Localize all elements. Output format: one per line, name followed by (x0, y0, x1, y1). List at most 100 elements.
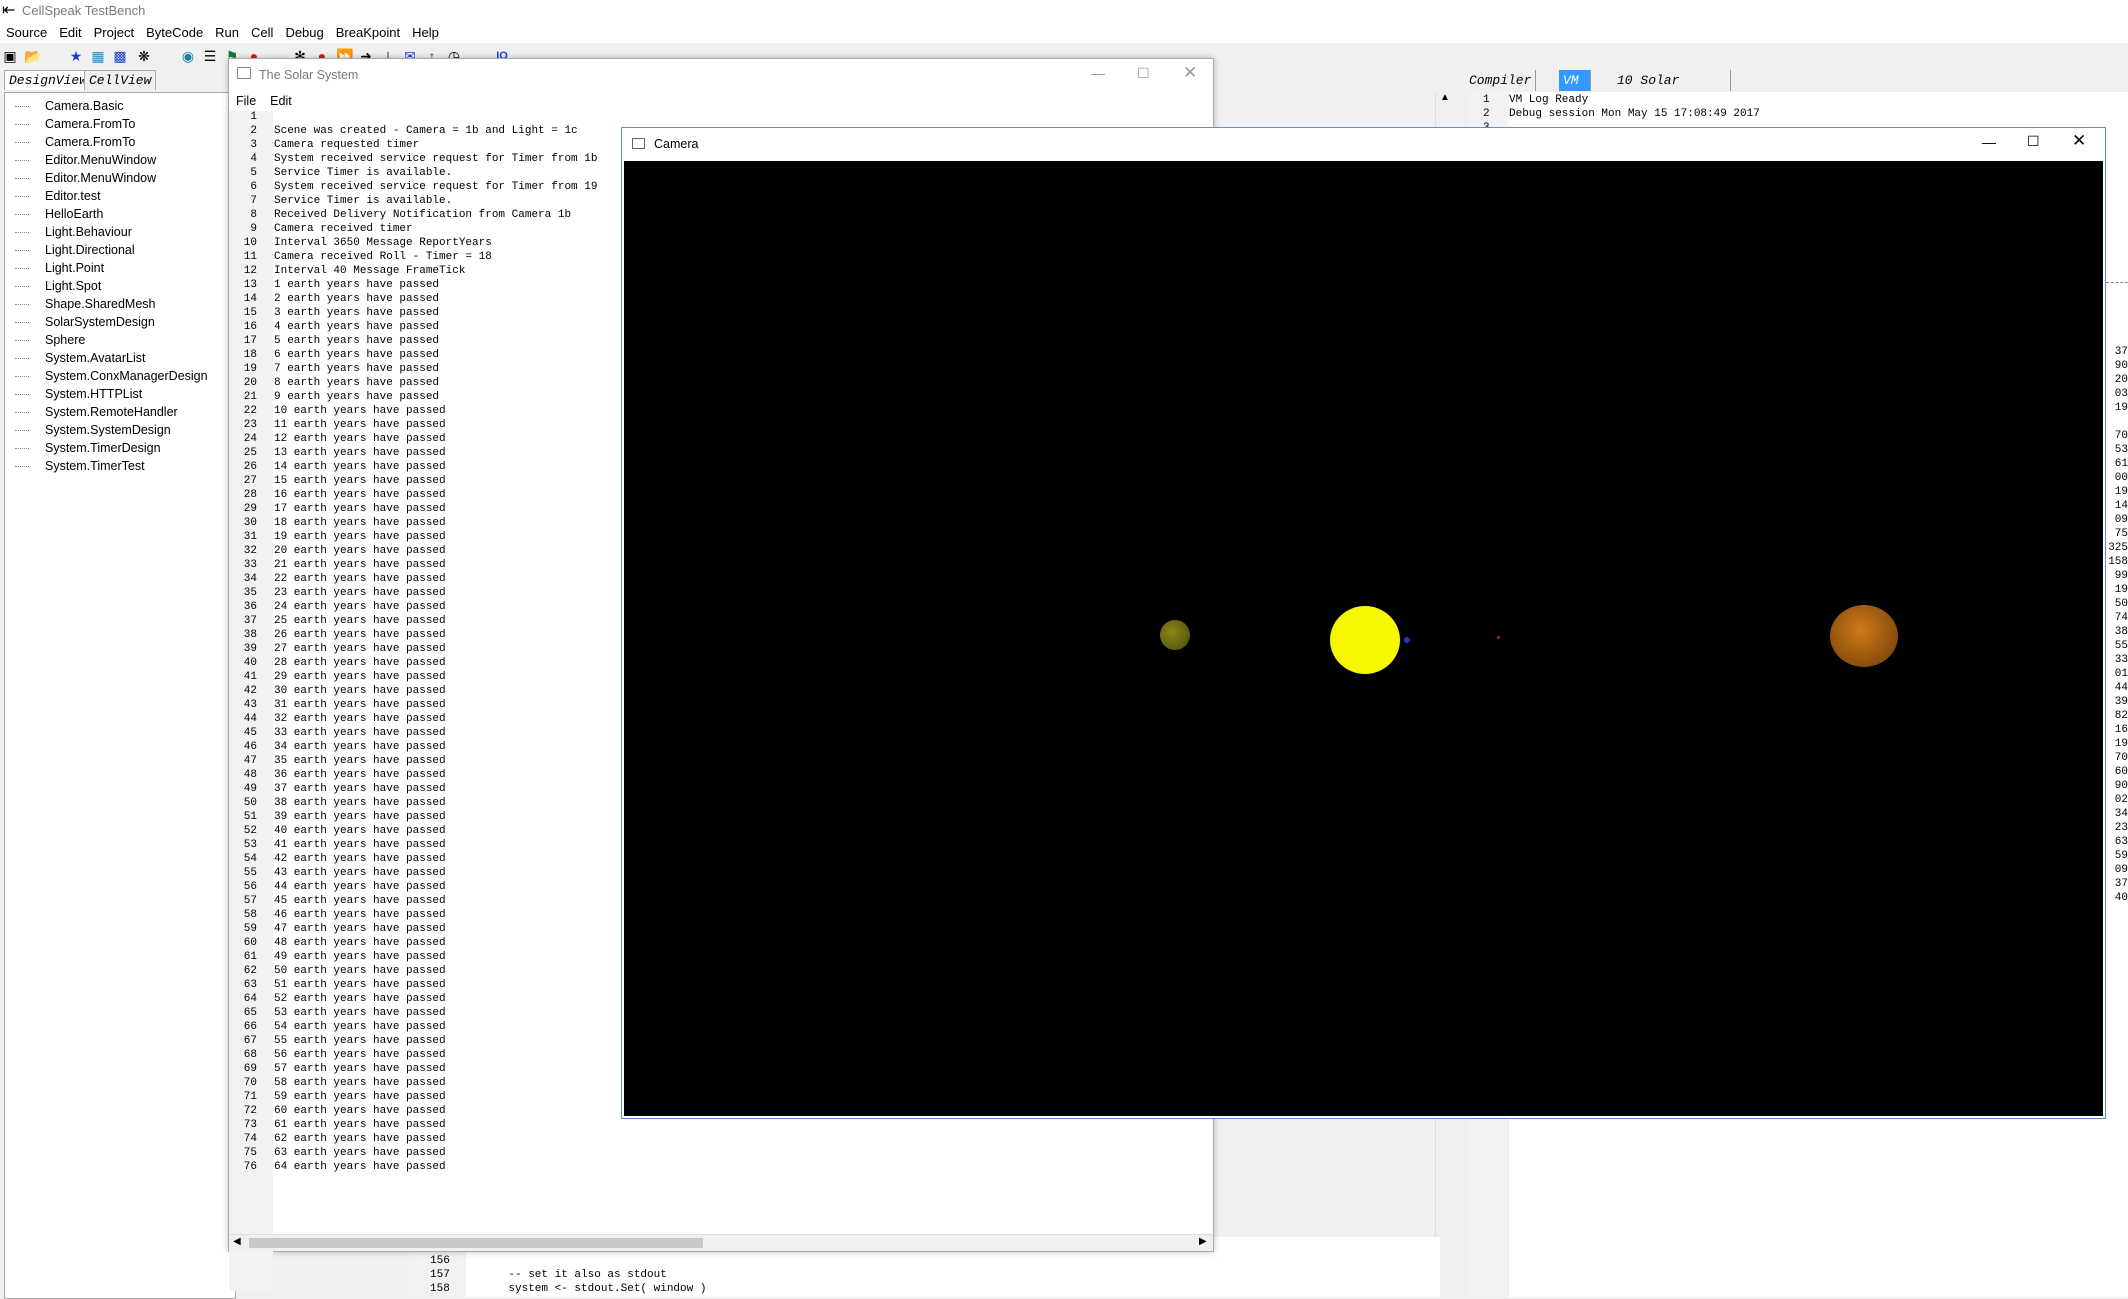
solar-menu-file[interactable]: File (229, 91, 263, 111)
tab-vm-log[interactable]: VM Log (1559, 70, 1592, 109)
vm-log-line-number: 1 (1483, 94, 1490, 106)
output-line: Interval 3650 Message ReportYears (274, 237, 492, 249)
tab-compiler-log[interactable]: Compiler Log (1465, 70, 1537, 109)
tree-connector (15, 448, 29, 449)
tree-item[interactable]: System.SystemDesign (5, 421, 233, 439)
line-number: 12 (243, 265, 257, 277)
solar-menu-edit[interactable]: Edit (263, 91, 299, 111)
menu-bytecode[interactable]: ByteCode (140, 22, 209, 43)
menu-breakpoint[interactable]: BreaKpoint (330, 22, 406, 43)
output-line: 26 earth years have passed (274, 629, 446, 641)
output-line: 54 earth years have passed (274, 1021, 446, 1033)
maximize-icon[interactable]: ☐ (1137, 65, 1150, 82)
tree-item[interactable]: System.TimerDesign (5, 439, 233, 457)
menu-edit[interactable]: Edit (53, 22, 87, 43)
tree-item[interactable]: Editor.test (5, 187, 233, 205)
line-number: 49 (243, 783, 257, 795)
tree-item[interactable]: System.AvatarList (5, 349, 233, 367)
build-icon[interactable]: ▩ (112, 48, 128, 64)
tree-connector (15, 358, 29, 359)
line-number: 21 (243, 391, 257, 403)
window-icon (632, 138, 645, 149)
tree-item[interactable]: System.HTTPList (5, 385, 233, 403)
output-line: 25 earth years have passed (274, 615, 446, 627)
menu-project[interactable]: Project (88, 22, 140, 43)
tree-item[interactable]: Editor.MenuWindow (5, 169, 233, 187)
output-line: 40 earth years have passed (274, 825, 446, 837)
tree-item[interactable]: Camera.Basic (5, 97, 233, 115)
tree-item-label: Light.Spot (45, 279, 102, 293)
tree-item[interactable]: System.RemoteHandler (5, 403, 233, 421)
output-line: 47 earth years have passed (274, 923, 446, 935)
output-line: 34 earth years have passed (274, 741, 446, 753)
tree-item-label: SolarSystemDesign (45, 315, 155, 329)
tree-icon[interactable]: ☰ (202, 48, 218, 64)
tree-connector (15, 376, 29, 377)
tab-cellview[interactable]: CellView (84, 70, 157, 90)
tree-connector (15, 268, 29, 269)
back-arrow-icon[interactable]: ⇤ (2, 0, 15, 20)
save-icon[interactable]: ▣ (2, 48, 18, 64)
tree-item[interactable]: Sphere (5, 331, 233, 349)
scroll-left-icon[interactable]: ◀ (233, 1236, 241, 1247)
scroll-up-icon[interactable]: ▲ (1440, 92, 1450, 103)
output-line: Camera requested timer (274, 139, 420, 151)
menu-cell[interactable]: Cell (245, 22, 279, 43)
output-line: 15 earth years have passed (274, 475, 446, 487)
clipped-value: 82 (2114, 710, 2128, 722)
menu-help[interactable]: Help (406, 22, 445, 43)
tree-item[interactable]: System.ConxManagerDesign (5, 367, 233, 385)
line-number: 7 (250, 195, 257, 207)
line-number: 35 (243, 587, 257, 599)
tree-item-label: Camera.FromTo (45, 135, 136, 149)
tree-item[interactable]: HelloEarth (5, 205, 233, 223)
line-number: 14 (243, 293, 257, 305)
clipped-value: 75 (2114, 528, 2128, 540)
globe-icon[interactable]: ◉ (180, 48, 196, 64)
tree-item[interactable]: Light.Directional (5, 241, 233, 259)
star-icon[interactable]: ★ (68, 48, 84, 64)
minimize-icon[interactable]: — (1982, 134, 1996, 150)
clipped-value: 19 (2114, 486, 2128, 498)
camera-viewport[interactable] (624, 161, 2103, 1116)
line-number: 58 (243, 909, 257, 921)
line-number: 41 (243, 671, 257, 683)
tree-item[interactable]: Camera.FromTo (5, 115, 233, 133)
output-line: System received service request for Time… (274, 153, 598, 165)
minimize-icon[interactable]: — (1091, 65, 1105, 81)
tree-item[interactable]: Light.Point (5, 259, 233, 277)
vm-log-line: Debug session Mon May 15 17:08:49 2017 (1509, 108, 1760, 120)
tree-item[interactable]: System.TimerTest (5, 457, 233, 475)
line-number: 53 (243, 839, 257, 851)
clipped-value: 325 (2108, 542, 2128, 554)
close-icon[interactable]: ✕ (1183, 63, 1197, 83)
tree-item[interactable]: Light.Spot (5, 277, 233, 295)
tab-debug-file[interactable]: 10 Solar System.celldbg (1613, 70, 1732, 109)
output-line: 49 earth years have passed (274, 951, 446, 963)
tree-item[interactable]: Light.Behaviour (5, 223, 233, 241)
tab-designview[interactable]: DesignView (4, 70, 93, 90)
line-number: 73 (243, 1119, 257, 1131)
tree-item[interactable]: Editor.MenuWindow (5, 151, 233, 169)
menu-debug[interactable]: Debug (279, 22, 329, 43)
tree-item[interactable]: SolarSystemDesign (5, 313, 233, 331)
tree-item[interactable]: Camera.FromTo (5, 133, 233, 151)
menu-source[interactable]: Source (0, 22, 53, 43)
line-number: 34 (243, 573, 257, 585)
close-icon[interactable]: ✕ (2072, 131, 2086, 151)
output-line: Service Timer is available. (274, 195, 453, 207)
compile-icon[interactable]: ▦ (90, 48, 106, 64)
output-line: Interval 40 Message FrameTick (274, 265, 466, 277)
clipped-value: 99 (2114, 570, 2128, 582)
vm-log-line-number: 2 (1483, 108, 1490, 120)
open-folder-icon[interactable]: 📂 (24, 48, 41, 64)
scrollbar-thumb[interactable] (249, 1238, 703, 1248)
maximize-icon[interactable]: ☐ (2027, 133, 2040, 150)
scroll-right-icon[interactable]: ▶ (1199, 1236, 1207, 1247)
menu-run[interactable]: Run (209, 22, 245, 43)
tree-item[interactable]: Shape.SharedMesh (5, 295, 233, 313)
horizontal-scrollbar[interactable]: ◀ ▶ (229, 1234, 1213, 1251)
line-number: 43 (243, 699, 257, 711)
settings-icon[interactable]: ❋ (136, 48, 152, 64)
line-number: 57 (243, 895, 257, 907)
